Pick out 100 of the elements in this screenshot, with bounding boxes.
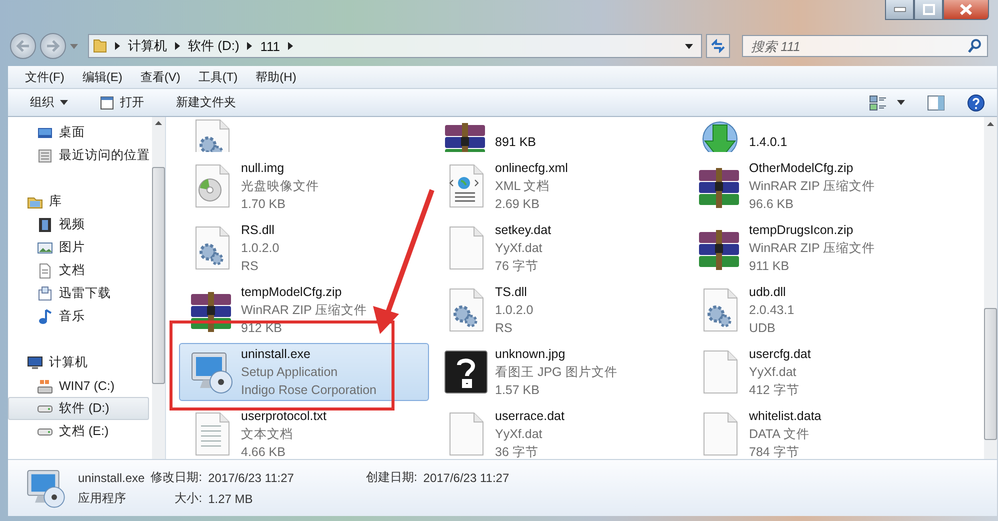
file-tile[interactable]: setkey.dat YyXf.dat 76 字节 <box>433 219 683 277</box>
nav-item[interactable]: 库 <box>8 190 149 213</box>
open-button[interactable]: 打开 <box>92 91 152 114</box>
file-detail: 文本文档 <box>241 426 294 443</box>
file-name: unknown.jpg <box>495 346 566 363</box>
file-detail: 1.0.2.0 <box>495 302 534 319</box>
file-name: RS.dll <box>241 222 276 239</box>
scroll-up-icon[interactable] <box>155 121 162 125</box>
file-tile[interactable]: tempModelCfg.zip WinRAR ZIP 压缩文件 912 KB <box>179 281 429 339</box>
file-tile[interactable]: userprotocol.txt 文本文档 4.66 KB <box>179 405 429 459</box>
file-detail: DATA 文件 <box>749 426 810 443</box>
address-segment[interactable]: 软件 (D:) <box>188 37 240 55</box>
refresh-button[interactable] <box>706 34 730 58</box>
file-name: null.img <box>241 160 286 177</box>
minimize-icon <box>894 7 906 12</box>
file-detail: 1.0.2.0 <box>241 240 280 257</box>
file-detail: 911 KB <box>749 258 790 275</box>
close-icon <box>960 4 972 15</box>
search-field[interactable]: 搜索 111 <box>742 35 988 57</box>
file-name: usercfg.dat <box>749 346 811 363</box>
address-bar[interactable]: 计算机 软件 (D:) 111 <box>88 34 702 58</box>
file-detail: 2.0.43.1 <box>749 302 794 319</box>
file-detail: 784 字节 <box>749 444 800 459</box>
menu-item[interactable]: 查看(V) <box>131 66 190 88</box>
menu-item[interactable]: 帮助(H) <box>246 66 306 88</box>
file-tile[interactable]: onlinecfg.xml XML 文档 2.69 KB <box>433 157 683 215</box>
close-button[interactable] <box>943 0 989 20</box>
nav-item[interactable]: 音乐 <box>8 305 149 328</box>
organize-button[interactable]: 组织 <box>22 91 76 114</box>
nav-item[interactable]: 计算机 <box>8 351 149 374</box>
file-detail: YyXf.dat <box>495 426 544 443</box>
file-tile[interactable]: null.img 光盘映像文件 1.70 KB <box>179 157 429 215</box>
file-tile[interactable]: unknown.jpg 看图王 JPG 图片文件 1.57 KB <box>433 343 683 401</box>
file-name: setkey.dat <box>495 222 552 239</box>
preview-pane-icon[interactable] <box>927 94 945 110</box>
menu-item[interactable]: 工具(T) <box>189 66 247 88</box>
nav-item[interactable]: 软件 (D:) <box>8 397 149 420</box>
file-tile[interactable]: tempDrugsIcon.zip WinRAR ZIP 压缩文件 911 KB <box>687 219 937 277</box>
minimize-button[interactable] <box>885 0 914 20</box>
chevron-right-icon[interactable] <box>115 42 120 50</box>
file-name: whitelist.data <box>749 408 822 425</box>
file-detail: Indigo Rose Corporation <box>241 382 376 399</box>
computer-icon <box>27 354 43 370</box>
field-value: 1.27 MB <box>208 492 254 506</box>
dropdown-icon[interactable] <box>685 44 693 48</box>
dropdown-icon <box>60 100 68 105</box>
chevron-right-icon[interactable] <box>175 42 180 50</box>
file-tile[interactable]: 1.4.0.1 <box>687 117 937 153</box>
file-detail: UDB <box>749 320 776 337</box>
file-tile[interactable]: usercfg.dat YyXf.dat 412 字节 <box>687 343 937 401</box>
file-detail: WinRAR ZIP 压缩文件 <box>241 302 368 319</box>
file-tile[interactable]: udb.dll 2.0.43.1 UDB <box>687 281 937 339</box>
new-folder-button[interactable]: 新建文件夹 <box>168 91 244 114</box>
nav-item[interactable]: WIN7 (C:) <box>8 374 149 397</box>
dropdown-icon[interactable] <box>897 100 905 105</box>
nav-item[interactable]: 图片 <box>8 236 149 259</box>
search-icon[interactable] <box>968 39 982 53</box>
music-icon <box>37 308 53 324</box>
file-detail: 1.57 KB <box>495 382 540 399</box>
view-options-icon[interactable] <box>869 94 887 110</box>
forward-button[interactable] <box>40 33 66 59</box>
field-label: 修改日期: <box>150 469 202 486</box>
file-name: tempModelCfg.zip <box>241 284 343 301</box>
scroll-up-icon[interactable] <box>987 122 994 126</box>
back-button[interactable] <box>10 33 36 59</box>
maximize-icon <box>922 4 934 15</box>
help-icon[interactable] <box>967 94 985 112</box>
file-name: userrace.dat <box>495 408 564 425</box>
file-detail: 1.70 KB <box>241 196 286 213</box>
file-tile[interactable]: uninstall.exe Setup Application Indigo Rose Corporation <box>179 343 429 401</box>
file-name: 1.4.0.1 <box>749 134 788 151</box>
file-detail: 912 KB <box>241 320 284 337</box>
chevron-right-icon[interactable] <box>247 42 252 50</box>
nav-item[interactable]: 文档 <box>8 259 149 282</box>
address-segment[interactable]: 计算机 <box>128 37 167 55</box>
back-arrow-icon <box>16 40 30 52</box>
file-tile[interactable]: userrace.dat YyXf.dat 36 字节 <box>433 405 683 459</box>
nav-item[interactable]: 视频 <box>8 213 149 236</box>
file-tile[interactable]: whitelist.data DATA 文件 784 字节 <box>687 405 937 459</box>
file-tile[interactable]: OtherModelCfg.zip WinRAR ZIP 压缩文件 96.6 KB <box>687 157 937 215</box>
file-tile[interactable]: TS.dll 1.0.2.0 RS <box>433 281 683 339</box>
maximize-button[interactable] <box>914 0 943 20</box>
nav-item[interactable]: 桌面 <box>8 121 149 144</box>
file-type: 应用程序 <box>78 490 127 507</box>
file-detail: 412 字节 <box>749 382 800 399</box>
nav-item[interactable]: 文档 (E:) <box>8 420 149 443</box>
address-segment[interactable]: 111 <box>260 38 280 54</box>
file-name: 891 KB <box>495 134 536 151</box>
nav-item[interactable]: 最近访问的位置 <box>8 144 149 167</box>
menu-item[interactable]: 文件(F) <box>16 66 74 88</box>
nav-item[interactable]: 迅雷下载 <box>8 282 149 305</box>
chevron-right-icon[interactable] <box>288 42 294 50</box>
file-detail: 2.69 KB <box>495 196 540 213</box>
scrollbar[interactable] <box>984 117 997 459</box>
file-tile[interactable]: 891 KB <box>433 117 683 153</box>
download-icon <box>37 286 53 302</box>
file-detail: YyXf.dat <box>749 364 798 381</box>
file-tile[interactable]: RS.dll 1.0.2.0 RS <box>179 219 429 277</box>
menu-item[interactable]: 编辑(E) <box>73 66 132 88</box>
scrollbar[interactable] <box>152 117 165 459</box>
